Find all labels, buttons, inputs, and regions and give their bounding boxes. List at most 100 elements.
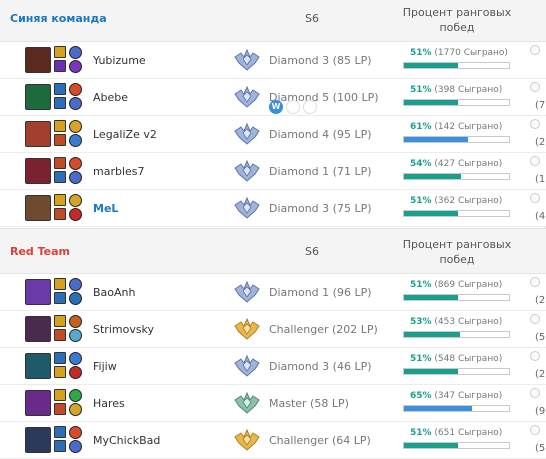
- cut-off-marker: [530, 45, 540, 55]
- champion-icon[interactable]: [25, 353, 51, 379]
- keystone-icon[interactable]: [69, 389, 82, 402]
- champion-icon[interactable]: [25, 195, 51, 221]
- rune-tree-icon[interactable]: [69, 97, 82, 110]
- winrate-header: Процент ранговых побед: [402, 238, 512, 266]
- player-row: BaoAnh Diamond 1 (96 LP) 51% (869 Сыгран…: [0, 274, 546, 311]
- winrate-bar: [403, 136, 510, 143]
- summoner-spell-icon[interactable]: [54, 171, 66, 183]
- summoner-spell-icon[interactable]: [54, 60, 66, 72]
- player-name-link[interactable]: marbles7: [93, 165, 145, 178]
- champion-icon[interactable]: [25, 316, 51, 342]
- rune-tree-icon[interactable]: [69, 292, 82, 305]
- summoner-spell-icon[interactable]: [54, 46, 66, 58]
- summoner-spell-icon[interactable]: [54, 426, 66, 438]
- rune-tree-icon[interactable]: [69, 171, 82, 184]
- player-row: Strimovsky Challenger (202 LP) 53% (453 …: [0, 311, 546, 348]
- champion-icon[interactable]: [25, 390, 51, 416]
- summoner-spell-icon[interactable]: [54, 352, 66, 364]
- summoner-spells: [54, 389, 67, 417]
- series-empty-mark: [303, 100, 317, 114]
- summoner-spell-icon[interactable]: [54, 278, 66, 290]
- player-name-link[interactable]: MyChickBad: [93, 434, 160, 447]
- tier-label: Master (58 LP): [269, 397, 349, 410]
- keystone-icon[interactable]: [69, 426, 82, 439]
- keystone-icon[interactable]: [69, 46, 82, 59]
- player-name-link[interactable]: BaoAnh: [93, 286, 136, 299]
- diamond-crest-icon: [234, 354, 260, 378]
- winrate-bar: [403, 210, 510, 217]
- keystone-icon[interactable]: [69, 278, 82, 291]
- keystone-icon[interactable]: [69, 83, 82, 96]
- summoner-spell-icon[interactable]: [54, 329, 66, 341]
- summoner-spell-icon[interactable]: [54, 315, 66, 327]
- summoner-spell-icon[interactable]: [54, 366, 66, 378]
- champion-icon[interactable]: [25, 279, 51, 305]
- winrate-bar-fill: [404, 443, 458, 448]
- tier-label: Challenger (202 LP): [269, 323, 378, 336]
- champion-icon[interactable]: [25, 84, 51, 110]
- rune-tree-icon[interactable]: [69, 208, 82, 221]
- winrate-text: 51% (362 Сыграно): [410, 196, 502, 206]
- rune-tree-icon[interactable]: [69, 440, 82, 453]
- player-name-link[interactable]: Yubizume: [93, 54, 146, 67]
- winrate-bar-fill: [404, 100, 458, 105]
- summoner-spell-icon[interactable]: [54, 403, 66, 415]
- winrate-bar: [403, 442, 510, 449]
- promo-series: W: [269, 100, 320, 116]
- keystone-icon[interactable]: [69, 120, 82, 133]
- summoner-spell-icon[interactable]: [54, 120, 66, 132]
- rune-icons: [69, 352, 83, 380]
- tier-label: Diamond 4 (95 LP): [269, 128, 372, 141]
- keystone-icon[interactable]: [69, 352, 82, 365]
- rune-tree-icon[interactable]: [69, 60, 82, 73]
- player-name-link[interactable]: Fijiw: [93, 360, 117, 373]
- games-played: (1770 Сыграно): [434, 48, 508, 58]
- champion-icon[interactable]: [25, 121, 51, 147]
- winrate-bar: [403, 294, 510, 301]
- summoner-spells: [54, 352, 67, 380]
- summoner-spell-icon[interactable]: [54, 292, 66, 304]
- winrate-bar-fill: [404, 63, 458, 68]
- rune-icons: [69, 120, 83, 148]
- player-name-link[interactable]: Strimovsky: [93, 323, 154, 336]
- champion-icon[interactable]: [25, 47, 51, 73]
- summoner-spell-icon[interactable]: [54, 157, 66, 169]
- rune-tree-icon[interactable]: [69, 403, 82, 416]
- summoner-spell-icon[interactable]: [54, 83, 66, 95]
- rune-tree-icon[interactable]: [69, 134, 82, 147]
- cut-off-marker: [530, 314, 540, 324]
- winrate-percent: 65%: [410, 391, 432, 401]
- games-played: (347 Сыграно): [434, 391, 503, 401]
- rune-tree-icon[interactable]: [69, 329, 82, 342]
- summoner-spell-icon[interactable]: [54, 208, 66, 220]
- cut-off-stat: (2: [535, 369, 546, 380]
- summoner-spells: [54, 157, 67, 185]
- champion-icon[interactable]: [25, 427, 51, 453]
- diamond-crest-icon: [234, 122, 260, 146]
- games-played: (362 Сыграно): [434, 196, 503, 206]
- player-name-link[interactable]: Hares: [93, 397, 125, 410]
- player-name-link[interactable]: Abebe: [93, 91, 128, 104]
- cut-off-marker: [530, 351, 540, 361]
- challenger-crest-icon: [234, 428, 260, 452]
- winrate-percent: 51%: [410, 354, 432, 364]
- keystone-icon[interactable]: [69, 157, 82, 170]
- winrate-percent: 51%: [410, 196, 432, 206]
- player-name-link[interactable]: LegaliZe v2: [93, 128, 157, 141]
- keystone-icon[interactable]: [69, 315, 82, 328]
- blue-team-section: Синяя команда S6 Процент ранговых побед …: [0, 0, 546, 228]
- keystone-icon[interactable]: [69, 194, 82, 207]
- summoner-spell-icon[interactable]: [54, 194, 66, 206]
- summoner-spell-icon[interactable]: [54, 134, 66, 146]
- player-name-link[interactable]: MeL: [93, 202, 118, 215]
- diamond-crest-icon: [234, 280, 260, 304]
- rune-icons: [69, 46, 83, 74]
- rune-tree-icon[interactable]: [69, 366, 82, 379]
- summoner-spell-icon[interactable]: [54, 389, 66, 401]
- winrate-text: 51% (548 Сыграно): [410, 354, 502, 364]
- champion-icon[interactable]: [25, 158, 51, 184]
- summoner-spell-icon[interactable]: [54, 440, 66, 452]
- summoner-spell-icon[interactable]: [54, 97, 66, 109]
- cut-off-stat: (4: [535, 211, 546, 222]
- season-label: S6: [305, 245, 319, 258]
